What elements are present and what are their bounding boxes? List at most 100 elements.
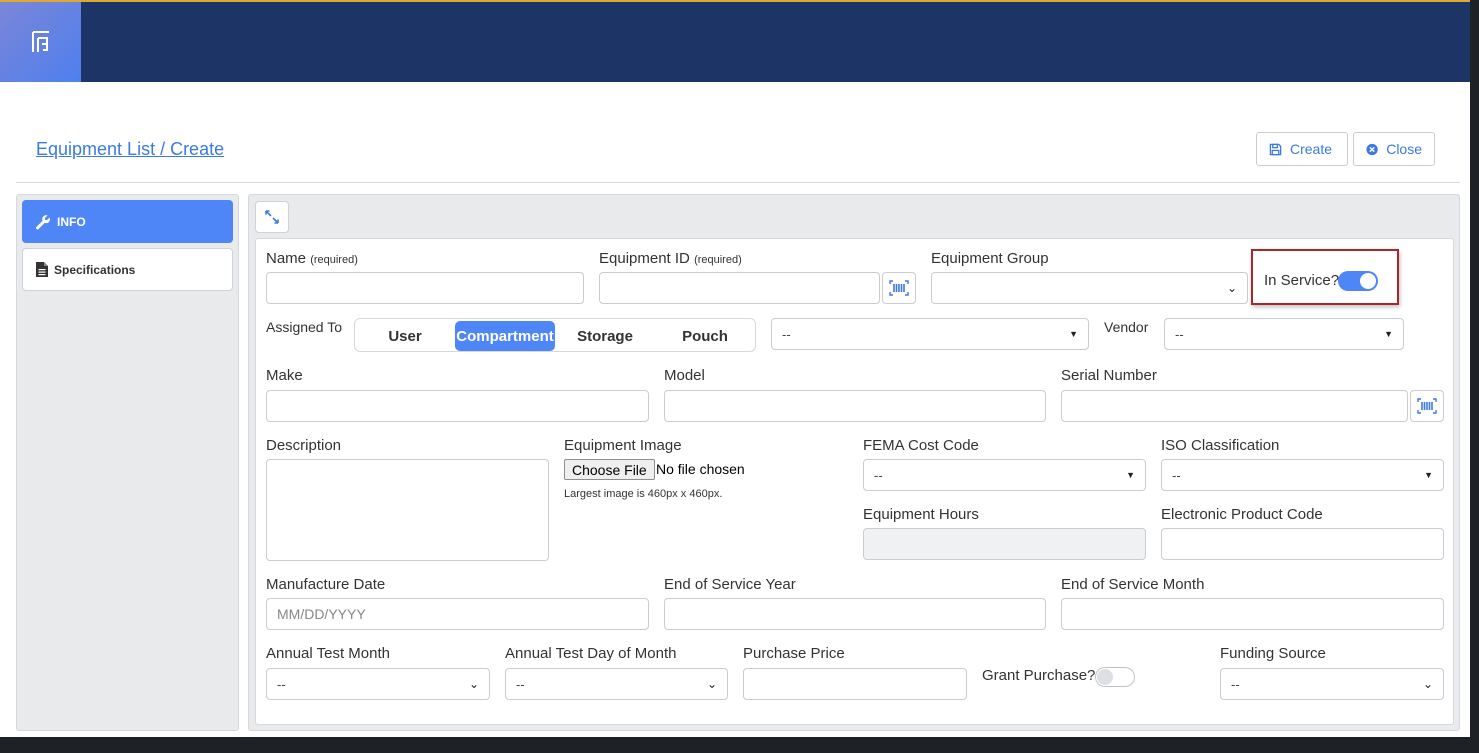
in-service-label: In Service? — [1264, 272, 1340, 289]
equipment-hours-input — [863, 528, 1146, 560]
purchase-price-label: Purchase Price — [743, 645, 845, 662]
segment-user[interactable]: User — [355, 321, 455, 351]
end-of-service-month-label: End of Service Month — [1061, 576, 1205, 593]
document-icon — [36, 262, 48, 277]
caret-down-icon: ▼ — [1424, 470, 1433, 480]
epc-label: Electronic Product Code — [1161, 506, 1323, 523]
tab-specifications[interactable]: Specifications — [22, 248, 233, 291]
assigned-to-label: Assigned To — [266, 319, 343, 335]
iso-classification-label: ISO Classification — [1161, 437, 1280, 454]
end-of-service-year-input[interactable] — [664, 598, 1046, 630]
vendor-value: -- — [1175, 326, 1184, 342]
name-label: Name (required) — [266, 250, 358, 267]
caret-down-icon: ▼ — [1069, 329, 1078, 339]
equipment-id-label-text: Equipment ID — [599, 250, 690, 267]
assigned-target-value: -- — [782, 326, 791, 342]
iso-classification-select[interactable]: -- ▼ — [1161, 459, 1444, 491]
description-label: Description — [266, 437, 342, 454]
equipment-id-input[interactable] — [599, 272, 880, 304]
app-window: Equipment List / Create Create Close INF… — [0, 0, 1470, 737]
equipment-hours-label: Equipment Hours — [863, 506, 979, 523]
description-textarea[interactable] — [266, 459, 549, 561]
save-icon — [1269, 143, 1282, 155]
segment-pouch[interactable]: Pouch — [655, 321, 755, 351]
barcode-scan-icon — [1417, 398, 1437, 414]
equipment-id-required-note: (required) — [694, 254, 742, 266]
annual-test-day-value: -- — [516, 676, 525, 692]
name-input[interactable] — [266, 272, 584, 304]
manufacture-date-label: Manufacture Date — [266, 576, 386, 593]
end-of-service-year-label: End of Service Year — [664, 576, 796, 593]
annual-test-month-value: -- — [277, 676, 286, 692]
choose-file-button[interactable]: Choose File — [564, 459, 655, 480]
epc-input[interactable] — [1161, 528, 1444, 560]
purchase-price-input[interactable] — [743, 668, 967, 700]
tab-info[interactable]: INFO — [22, 200, 233, 243]
in-service-highlight: In Service? — [1251, 249, 1399, 305]
caret-down-icon: ▼ — [1126, 470, 1135, 480]
funding-source-value: -- — [1231, 676, 1240, 692]
top-navbar — [0, 0, 1470, 82]
vendor-select[interactable]: -- ▼ — [1164, 318, 1404, 350]
serial-number-input[interactable] — [1061, 390, 1408, 422]
sidebar: INFO Specifications — [16, 194, 239, 731]
chevron-down-icon: ⌄ — [468, 677, 479, 691]
create-button[interactable]: Create — [1256, 132, 1348, 166]
file-status: No file chosen — [656, 461, 745, 477]
annual-test-day-select[interactable]: -- ⌄ — [505, 668, 728, 700]
grant-purchase-toggle[interactable] — [1095, 667, 1135, 687]
fema-cost-code-value: -- — [874, 467, 883, 483]
image-size-hint: Largest image is 460px x 460px. — [564, 488, 723, 500]
equipment-form: Name (required) Equipment ID (required) … — [255, 238, 1454, 725]
serial-number-label: Serial Number — [1061, 367, 1157, 384]
toggle-knob — [1360, 273, 1376, 289]
tab-specifications-label: Specifications — [54, 262, 136, 277]
make-label: Make — [266, 367, 303, 384]
equipment-image-label: Equipment Image — [564, 437, 682, 454]
in-service-toggle[interactable] — [1338, 271, 1378, 291]
fema-cost-code-select[interactable]: -- ▼ — [863, 459, 1146, 491]
segment-storage[interactable]: Storage — [555, 321, 655, 351]
equipment-group-select[interactable]: ⌄ — [931, 272, 1248, 304]
assigned-target-select[interactable]: -- ▼ — [771, 318, 1089, 350]
breadcrumb[interactable]: Equipment List / Create — [36, 139, 224, 160]
header-divider — [16, 182, 1460, 183]
iso-classification-value: -- — [1172, 467, 1181, 483]
chevron-down-icon: ⌄ — [1226, 281, 1237, 295]
create-button-label: Create — [1290, 141, 1333, 157]
vendor-label: Vendor — [1104, 319, 1149, 335]
model-input[interactable] — [664, 390, 1046, 422]
fema-cost-code-label: FEMA Cost Code — [863, 437, 979, 454]
close-button-label: Close — [1386, 141, 1422, 157]
equipment-group-label: Equipment Group — [931, 250, 1049, 267]
manufacture-date-input[interactable]: MM/DD/YYYY — [266, 598, 649, 630]
equipment-id-scan-button[interactable] — [882, 272, 916, 304]
toggle-knob — [1097, 669, 1113, 685]
close-circle-icon — [1366, 143, 1378, 155]
app-logo-icon[interactable] — [0, 2, 81, 82]
equipment-id-label: Equipment ID (required) — [599, 250, 742, 267]
name-required-note: (required) — [310, 254, 358, 266]
segment-compartment[interactable]: Compartment — [455, 321, 555, 351]
chevron-down-icon: ⌄ — [1422, 677, 1433, 691]
caret-down-icon: ▼ — [1384, 329, 1393, 339]
funding-source-select[interactable]: -- ⌄ — [1220, 668, 1444, 700]
funding-source-label: Funding Source — [1220, 645, 1326, 662]
annual-test-month-select[interactable]: -- ⌄ — [266, 668, 490, 700]
main-panel: Name (required) Equipment ID (required) … — [248, 194, 1460, 731]
close-button[interactable]: Close — [1353, 132, 1435, 166]
make-input[interactable] — [266, 390, 649, 422]
expand-icon — [265, 210, 279, 224]
expand-button[interactable] — [255, 201, 289, 233]
grant-purchase-label: Grant Purchase? — [982, 667, 1096, 684]
wrench-icon — [36, 214, 50, 229]
annual-test-month-label: Annual Test Month — [266, 645, 390, 662]
assigned-to-segmented: User Compartment Storage Pouch — [354, 318, 756, 352]
serial-number-scan-button[interactable] — [1410, 390, 1444, 422]
annual-test-day-label: Annual Test Day of Month — [505, 645, 677, 662]
model-label: Model — [664, 367, 705, 384]
end-of-service-month-input[interactable] — [1061, 598, 1444, 630]
name-label-text: Name — [266, 250, 307, 267]
chevron-down-icon: ⌄ — [706, 677, 717, 691]
tab-info-label: INFO — [57, 214, 86, 229]
